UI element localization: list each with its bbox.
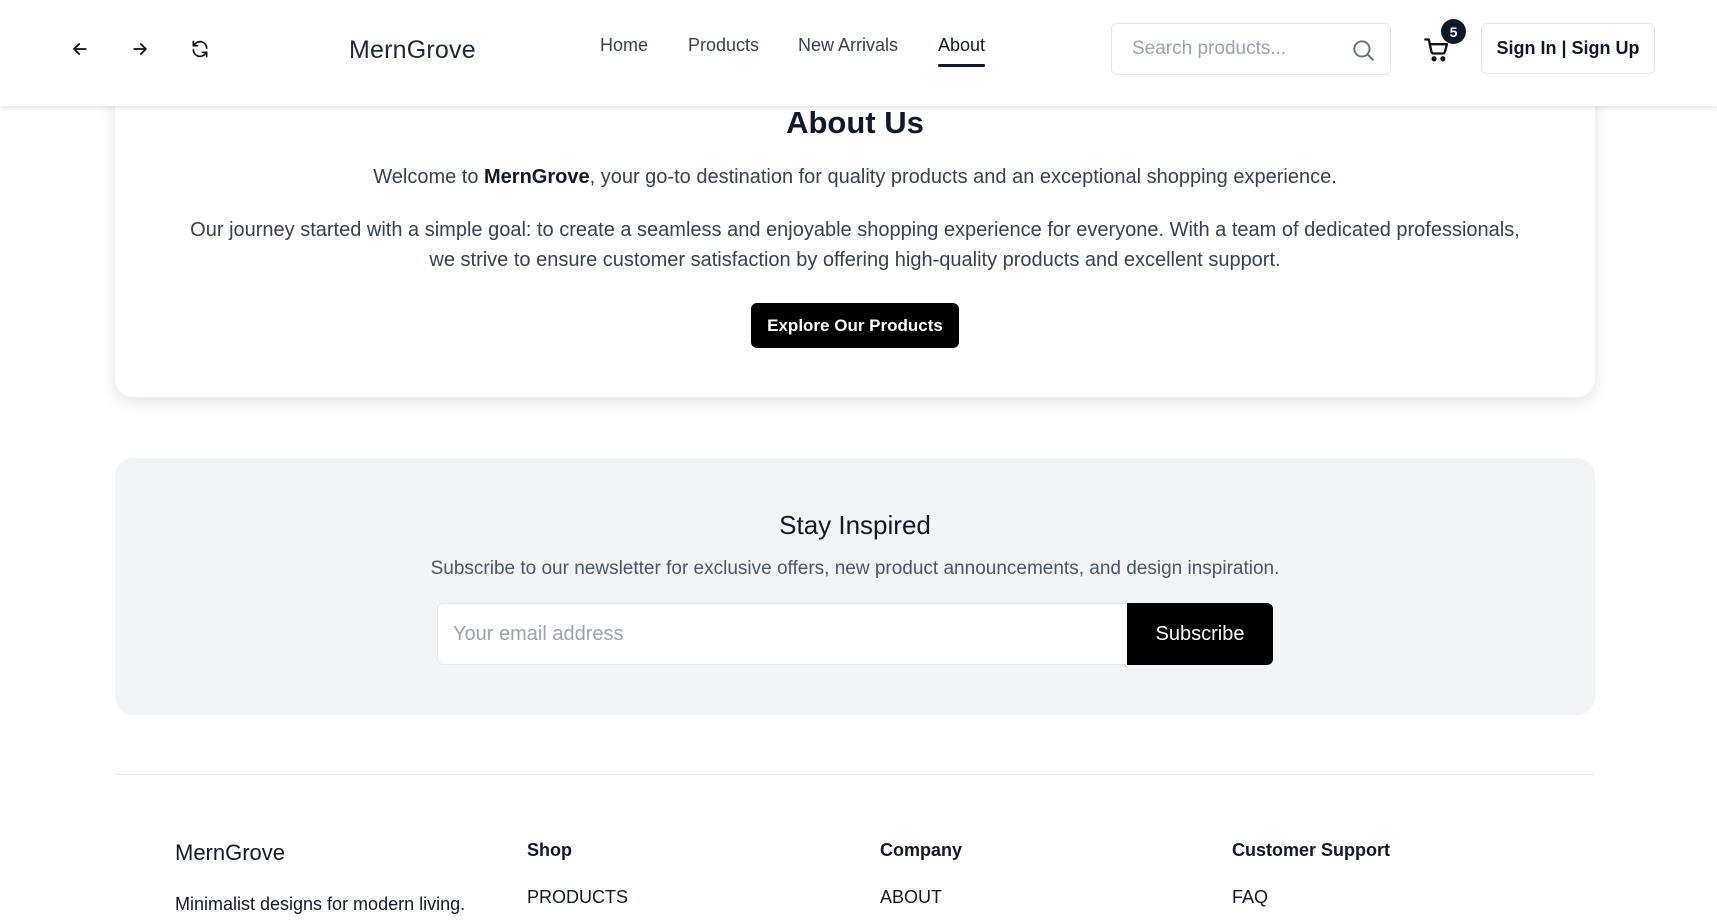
about-title: About Us (786, 105, 924, 140)
nav-new-arrivals[interactable]: New Arrivals (798, 35, 898, 56)
about-card: About Us Welcome to MernGrove, your go-t… (115, 60, 1595, 397)
arrow-right-icon (133, 43, 147, 55)
footer-tagline: Minimalist designs for modern living. (175, 894, 466, 914)
footer-shop-title: Shop (527, 840, 572, 860)
forward-button[interactable] (125, 34, 155, 64)
footer-link-faq[interactable]: FAQ (1232, 887, 1268, 908)
newsletter-section: Stay Inspired Subscribe to our newslette… (115, 458, 1595, 715)
nav-home[interactable]: Home (600, 35, 648, 56)
cart-count-badge: 5 (1441, 19, 1466, 44)
nav-products[interactable]: Products (688, 35, 759, 56)
email-input[interactable] (437, 603, 1128, 665)
top-navbar: MernGrove Home Products New Arrivals Abo… (0, 0, 1717, 106)
refresh-button[interactable] (185, 34, 215, 64)
footer-company-title: Company (880, 840, 963, 860)
back-button[interactable] (65, 34, 95, 64)
welcome-prefix: Welcome to (373, 166, 485, 188)
search-icon[interactable] (1350, 37, 1376, 63)
about-journey-text: Our journey started with a simple goal: … (190, 219, 1520, 271)
footer-support-title: Customer Support (1232, 840, 1391, 860)
explore-products-button[interactable]: Explore Our Products (751, 303, 959, 348)
welcome-suffix: , your go-to destination for quality pro… (589, 166, 1337, 188)
footer-link-about[interactable]: ABOUT (880, 887, 942, 908)
about-welcome-text: Welcome to MernGrove, your go-to destina… (115, 166, 1595, 189)
brand-logo[interactable]: MernGrove (349, 36, 476, 65)
subscribe-button[interactable]: Subscribe (1127, 603, 1273, 665)
nav-about[interactable]: About (938, 35, 986, 67)
welcome-brand: MernGrove (484, 166, 590, 188)
refresh-icon (192, 40, 208, 58)
sign-in-button[interactable]: Sign In | Sign Up (1481, 23, 1655, 74)
search-input[interactable] (1112, 38, 1342, 60)
footer-link-products[interactable]: PRODUCTS (527, 887, 628, 908)
arrow-left-icon (73, 43, 87, 55)
footer-divider (115, 774, 1595, 775)
footer-brand: MernGrove (175, 840, 286, 865)
newsletter-description: Subscribe to our newsletter for exclusiv… (430, 558, 1280, 579)
search-box (1111, 23, 1391, 75)
newsletter-title: Stay Inspired (779, 510, 931, 540)
